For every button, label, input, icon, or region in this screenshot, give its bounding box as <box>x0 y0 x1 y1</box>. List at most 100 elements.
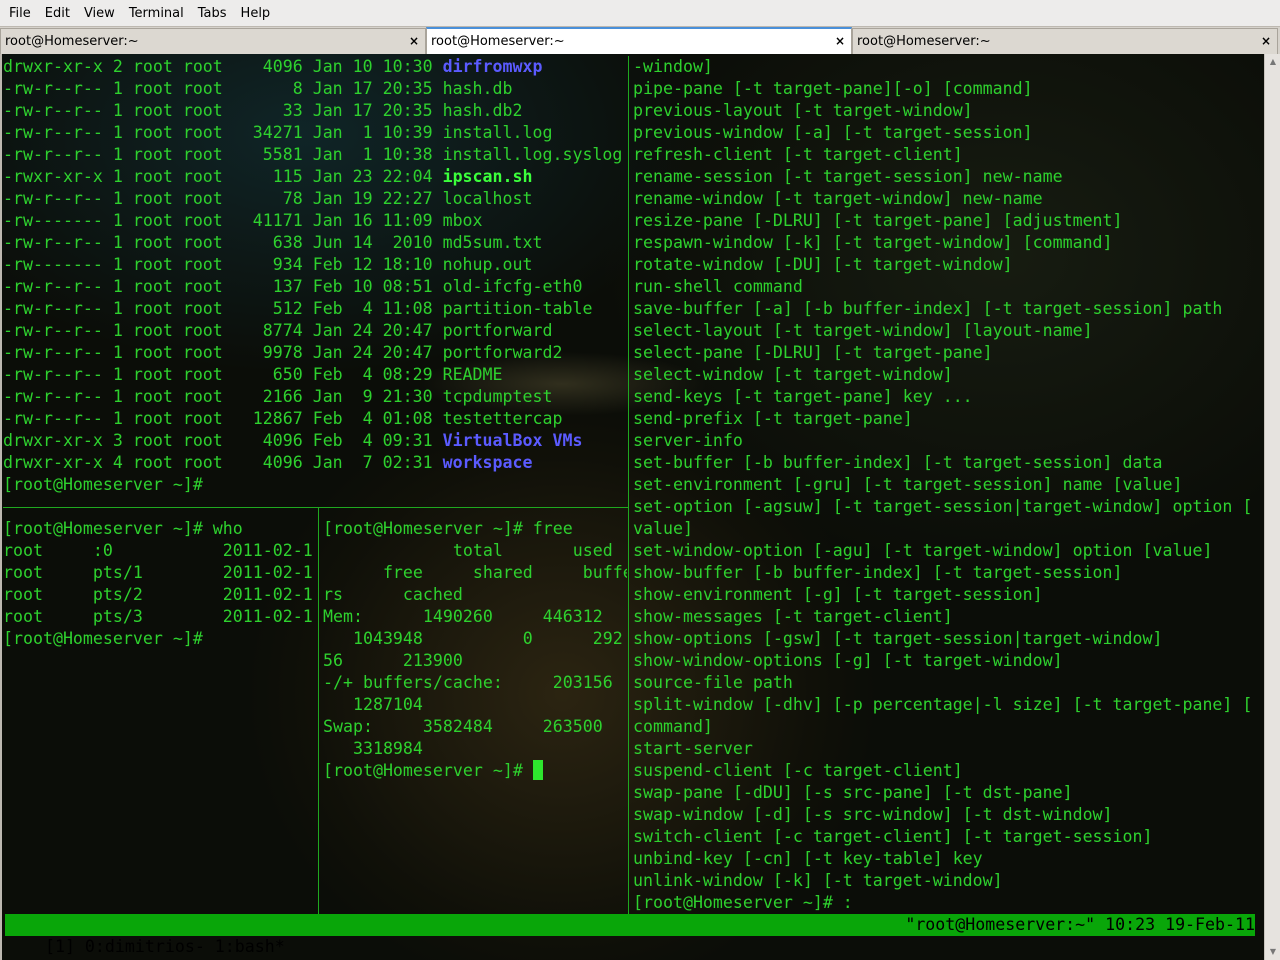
ls-row: -rw-r--r-- 1 root root 638 Jun 14 2010 m… <box>3 232 625 254</box>
terminal-line: select-window [-t target-window] <box>633 364 1255 386</box>
ls-filename: VirtualBox VMs <box>442 431 583 450</box>
terminal-line: server-info <box>633 430 1255 452</box>
ls-meta: drwxr-xr-x 3 root root 4096 Feb 4 09:31 <box>3 431 443 450</box>
line-text: set-option [-agsuw] [-t target-session|t… <box>633 497 1253 516</box>
ls-meta: -rw-r--r-- 1 root root 2166 Jan 9 21:30 <box>3 387 443 406</box>
line-text: 1043948 0 292 <box>323 629 623 648</box>
ls-meta: drwxr-xr-x 2 root root 4096 Jan 10 10:30 <box>3 57 443 76</box>
ls-meta: -rw-r--r-- 1 root root 8774 Jan 24 20:47 <box>3 321 443 340</box>
ls-meta: -rw-r--r-- 1 root root 34271 Jan 1 10:39 <box>3 123 443 142</box>
terminal-line: rename-session [-t target-session] new-n… <box>633 166 1255 188</box>
terminal-line: Swap: 3582484 263500 <box>323 716 627 738</box>
close-tab-icon[interactable]: × <box>409 34 419 48</box>
ls-row: -rw-r--r-- 1 root root 8774 Jan 24 20:47… <box>3 320 625 342</box>
line-text: resize-pane [-DLRU] [-t target-pane] [ad… <box>633 211 1123 230</box>
ls-row: [root@Homeserver ~]# <box>3 474 625 496</box>
ls-filename: README <box>442 365 503 384</box>
ls-meta: -rw------- 1 root root 934 Feb 12 18:10 <box>3 255 443 274</box>
ls-meta: -rw-r--r-- 1 root root 137 Feb 10 08:51 <box>3 277 443 296</box>
terminal-line: unbind-key [-cn] [-t key-table] key <box>633 848 1255 870</box>
ls-filename: old-ifcfg-eth0 <box>442 277 583 296</box>
menu-terminal[interactable]: Terminal <box>122 6 191 21</box>
menu-file[interactable]: File <box>2 6 38 21</box>
line-text: rename-session [-t target-session] new-n… <box>633 167 1063 186</box>
pane-divider-vertical-bottom[interactable] <box>318 508 319 914</box>
menu-tabs[interactable]: Tabs <box>191 6 234 21</box>
pane-tmux-commands[interactable]: -window] pipe-pane [-t target-pane][-o] [… <box>633 56 1255 914</box>
menu-help[interactable]: Help <box>234 6 278 21</box>
ls-filename: hash.db2 <box>442 101 523 120</box>
terminal-line: send-prefix [-t target-pane] <box>633 408 1255 430</box>
line-text: free shared buffe <box>323 563 627 582</box>
line-text: pipe-pane [-t target-pane][-o] [command] <box>633 79 1033 98</box>
ls-row: -rw------- 1 root root 934 Feb 12 18:10 … <box>3 254 625 276</box>
ls-meta: -rw-r--r-- 1 root root 638 Jun 14 2010 <box>3 233 443 252</box>
terminal-line: 1043948 0 292 <box>323 628 627 650</box>
terminal-line: command] <box>633 716 1255 738</box>
ls-row: drwxr-xr-x 2 root root 4096 Jan 10 10:30… <box>3 56 625 78</box>
terminal-line: switch-client [-c target-client] [-t tar… <box>633 826 1255 848</box>
scroll-down-icon[interactable]: ▼ <box>1267 946 1279 958</box>
ls-row: -rw-r--r-- 1 root root 34271 Jan 1 10:39… <box>3 122 625 144</box>
terminal-line: -window] <box>633 56 1255 78</box>
ls-filename: workspace <box>442 453 533 472</box>
ls-row: -rwxr-xr-x 1 root root 115 Jan 23 22:04 … <box>3 166 625 188</box>
pane-divider-vertical-main[interactable] <box>628 56 629 914</box>
status-host-time: "root@Homeserver:~" 10:23 19-Feb-11 <box>905 915 1255 934</box>
status-windows: [1] 0:dimitrios- 1:bash* <box>44 937 285 956</box>
terminal-line: swap-window [-d] [-s src-window] [-t dst… <box>633 804 1255 826</box>
terminal-line: rotate-window [-DU] [-t target-window] <box>633 254 1255 276</box>
ls-row: -rw-r--r-- 1 root root 8 Jan 17 20:35 ha… <box>3 78 625 100</box>
line-text: 1287104 <box>323 695 423 714</box>
terminal-line: start-server <box>633 738 1255 760</box>
terminal-line: swap-pane [-dDU] [-s src-pane] [-t dst-p… <box>633 782 1255 804</box>
terminal-line: previous-window [-a] [-t target-session] <box>633 122 1255 144</box>
ls-meta: -rw-r--r-- 1 root root 12867 Feb 4 01:08 <box>3 409 443 428</box>
ls-filename: tcpdumptest <box>442 387 553 406</box>
terminal-line: [root@Homeserver ~]# <box>3 628 315 650</box>
line-text: root :0 2011-02-1 <box>3 541 313 560</box>
tab-title: root@Homeserver:~ <box>5 34 139 49</box>
scroll-up-icon[interactable]: ▲ <box>1267 56 1279 68</box>
ls-meta: [root@Homeserver ~]# <box>3 475 203 494</box>
line-text: value] <box>633 519 693 538</box>
line-text: Mem: 1490260 446312 <box>323 607 603 626</box>
terminal-line: total used <box>323 540 627 562</box>
line-text: unbind-key [-cn] [-t key-table] key <box>633 849 983 868</box>
ls-row: -rw-r--r-- 1 root root 650 Feb 4 08:29 R… <box>3 364 625 386</box>
close-tab-icon[interactable]: × <box>1261 34 1271 48</box>
terminal-line: run-shell command <box>633 276 1255 298</box>
scrollbar[interactable]: ▲ ▼ <box>1264 54 1280 960</box>
terminal-line: [root@Homeserver ~]# <box>323 760 627 782</box>
ls-row: -rw-r--r-- 1 root root 9978 Jan 24 20:47… <box>3 342 625 364</box>
line-text: set-buffer [-b buffer-index] [-t target-… <box>633 453 1163 472</box>
menu-bar: File Edit View Terminal Tabs Help <box>0 0 1280 26</box>
line-text: show-options [-gsw] [-t target-session|t… <box>633 629 1163 648</box>
line-text: rotate-window [-DU] [-t target-window] <box>633 255 1013 274</box>
ls-filename: nohup.out <box>442 255 533 274</box>
tab-3[interactable]: root@Homeserver:~ × <box>852 28 1278 55</box>
terminal-line: previous-layout [-t target-window] <box>633 100 1255 122</box>
close-tab-icon[interactable]: × <box>835 34 845 48</box>
ls-meta: -rw-r--r-- 1 root root 650 Feb 4 08:29 <box>3 365 443 384</box>
tab-1[interactable]: root@Homeserver:~ × <box>0 28 426 55</box>
pane-ls-listing[interactable]: drwxr-xr-x 2 root root 4096 Jan 10 10:30… <box>3 56 625 496</box>
terminal-area[interactable]: drwxr-xr-x 2 root root 4096 Jan 10 10:30… <box>0 54 1264 960</box>
line-text: set-window-option [-agu] [-t target-wind… <box>633 541 1213 560</box>
terminal-line: select-layout [-t target-window] [layout… <box>633 320 1255 342</box>
menu-view[interactable]: View <box>77 6 122 21</box>
line-text: [root@Homeserver ~]# <box>3 629 203 648</box>
cursor-block <box>532 760 543 780</box>
line-text: select-pane [-DLRU] [-t target-pane] <box>633 343 993 362</box>
terminal-line: respawn-window [-k] [-t target-window] [… <box>633 232 1255 254</box>
line-text: rs cached <box>323 585 463 604</box>
terminal-line: suspend-client [-c target-client] <box>633 760 1255 782</box>
terminal-line: show-window-options [-g] [-t target-wind… <box>633 650 1255 672</box>
pane-divider-horizontal[interactable] <box>3 507 629 508</box>
terminal-line: [root@Homeserver ~]# free <box>323 518 627 540</box>
line-text: unlink-window [-k] [-t target-window] <box>633 871 1003 890</box>
pane-free[interactable]: [root@Homeserver ~]# free total used fre… <box>323 518 627 914</box>
menu-edit[interactable]: Edit <box>38 6 77 21</box>
pane-who[interactable]: [root@Homeserver ~]# who root :0 2011-02-… <box>3 518 315 914</box>
tab-2[interactable]: root@Homeserver:~ × <box>426 27 852 55</box>
